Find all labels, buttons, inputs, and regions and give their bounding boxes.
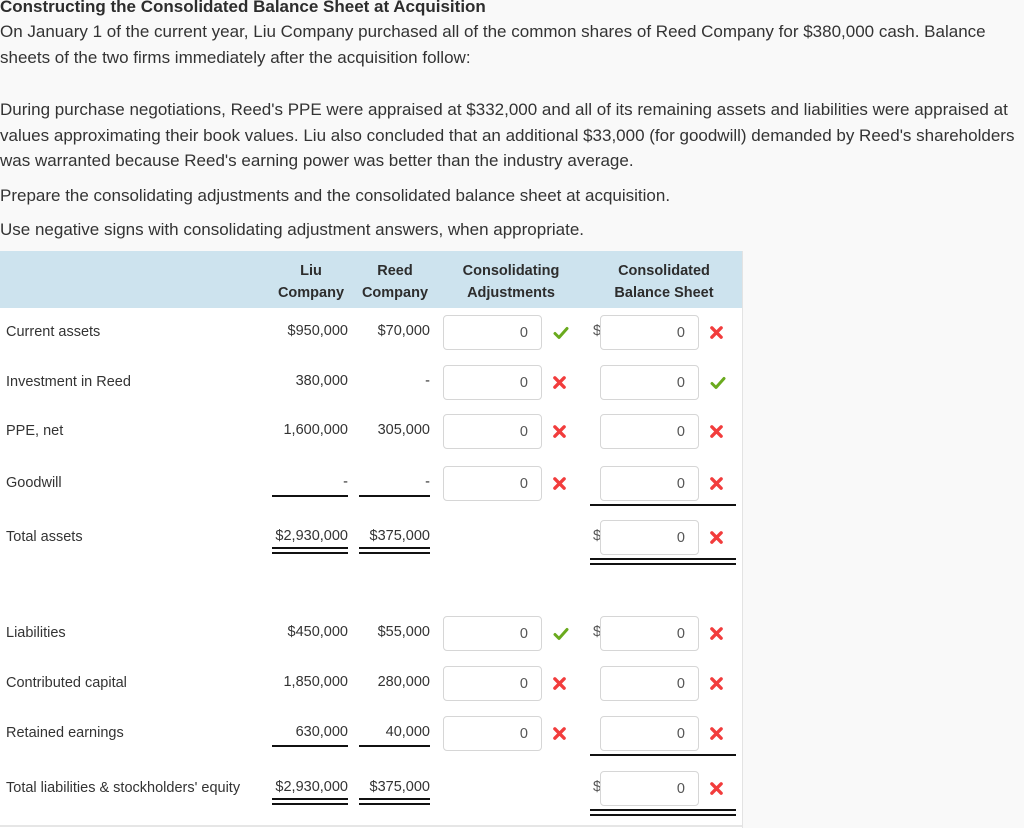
consolidating-adjustment-input[interactable]: [443, 666, 542, 701]
cross-icon: [710, 477, 724, 491]
liu-total-double-underline: [272, 798, 348, 805]
reed-company-value: -: [425, 474, 430, 490]
header-consolidated-balance-sheet: Consolidated Balance Sheet: [614, 263, 714, 301]
liu-company-value: $2,930,000: [275, 528, 348, 544]
consolidating-adjustment-input[interactable]: [443, 414, 542, 449]
table-header: Liu Company Reed Company Consolidating A…: [0, 251, 742, 308]
liu-subtotal-underline: [272, 745, 348, 747]
cross-icon: [710, 727, 724, 741]
cross-icon: [553, 477, 567, 491]
liu-company-value: $2,930,000: [275, 779, 348, 795]
reed-company-value: $375,000: [369, 779, 430, 795]
instruction-paragraph: Prepare the consolidating adjustments an…: [0, 186, 671, 205]
negotiation-paragraph: During purchase negotiations, Reed's PPE…: [0, 100, 1015, 170]
consolidated-balance-input[interactable]: [600, 466, 699, 501]
consolidated-balance-input[interactable]: [600, 616, 699, 651]
consolidating-adjustment-input[interactable]: [443, 616, 542, 651]
consolidated-balance-input[interactable]: [600, 771, 699, 806]
liu-subtotal-underline: [272, 495, 348, 497]
row-label: Contributed capital: [6, 675, 127, 691]
consolidated-balance-input[interactable]: [600, 716, 699, 751]
consolidated-balance-input[interactable]: [600, 414, 699, 449]
cross-icon: [553, 727, 567, 741]
header-reed-company: Reed Company: [361, 263, 429, 301]
consolidating-adjustment-input[interactable]: [443, 716, 542, 751]
cross-icon: [710, 677, 724, 691]
liu-company-value: 380,000: [295, 373, 348, 389]
check-icon: [553, 627, 569, 641]
reed-company-value: $55,000: [377, 624, 430, 640]
reed-total-double-underline: [359, 547, 430, 554]
consolidated-balance-input[interactable]: [600, 520, 699, 555]
liu-company-value: 1,850,000: [283, 674, 348, 690]
cross-icon: [553, 376, 567, 390]
reed-company-value: 305,000: [377, 422, 430, 438]
consolidating-adjustment-input[interactable]: [443, 365, 542, 400]
reed-company-value: 280,000: [377, 674, 430, 690]
header-consolidating-adjustments: Consolidating Adjustments: [462, 263, 560, 301]
row-label: Total assets: [6, 529, 83, 545]
reed-subtotal-underline: [359, 745, 430, 747]
reed-subtotal-underline: [359, 495, 430, 497]
cross-icon: [553, 425, 567, 439]
row-label: Retained earnings: [6, 725, 124, 741]
liu-company-value: $450,000: [287, 624, 348, 640]
liu-company-value: 1,600,000: [283, 422, 348, 438]
page-title: Constructing the Consolidated Balance Sh…: [0, 0, 486, 16]
consolidated-subtotal-underline: [590, 754, 736, 756]
row-label: Goodwill: [6, 475, 62, 491]
liu-company-value: -: [343, 474, 348, 490]
row-label: PPE, net: [6, 423, 64, 439]
consolidating-adjustment-input[interactable]: [443, 315, 542, 350]
intro-paragraph: On January 1 of the current year, Liu Co…: [0, 22, 986, 67]
liu-company-value: 630,000: [295, 724, 348, 740]
reed-company-value: $70,000: [377, 323, 430, 339]
cross-icon: [710, 531, 724, 545]
reed-company-value: -: [425, 373, 430, 389]
consolidated-balance-input[interactable]: [600, 666, 699, 701]
row-label: Current assets: [6, 324, 101, 340]
cross-icon: [710, 425, 724, 439]
balance-sheet-table: Liu Company Reed Company Consolidating A…: [0, 251, 743, 828]
check-icon: [710, 376, 726, 390]
sign-instruction-paragraph: Use negative signs with consolidating ad…: [0, 220, 584, 239]
row-label: Liabilities: [6, 625, 66, 641]
row-label: Investment in Reed: [6, 374, 131, 390]
check-icon: [553, 326, 569, 340]
header-liu-company: Liu Company: [277, 263, 345, 301]
consolidated-balance-input[interactable]: [600, 365, 699, 400]
cross-icon: [710, 627, 724, 641]
consolidated-total-double-underline: [590, 809, 736, 816]
liu-company-value: $950,000: [287, 323, 348, 339]
consolidated-balance-input[interactable]: [600, 315, 699, 350]
row-label: Total liabilities & stockholders' equity: [6, 780, 241, 796]
consolidated-subtotal-underline: [590, 504, 736, 506]
consolidated-total-double-underline: [590, 558, 736, 565]
table-bottom-border: [0, 825, 742, 827]
liu-total-double-underline: [272, 547, 348, 554]
cross-icon: [710, 326, 724, 340]
reed-company-value: 40,000: [385, 724, 430, 740]
reed-company-value: $375,000: [369, 528, 430, 544]
cross-icon: [553, 677, 567, 691]
consolidating-adjustment-input[interactable]: [443, 466, 542, 501]
reed-total-double-underline: [359, 798, 430, 805]
cross-icon: [710, 782, 724, 796]
